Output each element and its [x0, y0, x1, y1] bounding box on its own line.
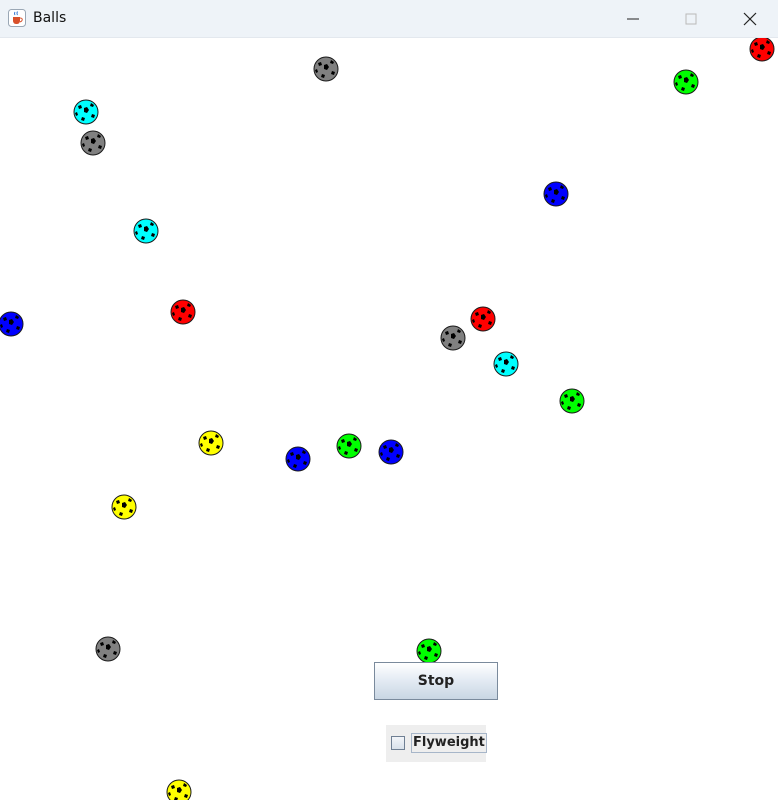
maximize-button[interactable] — [668, 0, 714, 37]
stop-button-label: Stop — [417, 673, 455, 689]
soccer-ball — [166, 779, 192, 800]
minimize-icon — [627, 18, 639, 19]
flyweight-toggle[interactable]: Flyweight — [386, 725, 487, 762]
close-button[interactable] — [727, 0, 773, 37]
soccer-ball — [336, 433, 362, 459]
soccer-ball — [470, 306, 496, 332]
soccer-ball — [80, 130, 106, 156]
soccer-ball — [95, 636, 121, 662]
soccer-ball — [378, 439, 404, 465]
soccer-ball — [133, 218, 159, 244]
flyweight-checkbox[interactable] — [391, 736, 405, 750]
soccer-ball — [111, 494, 137, 520]
soccer-ball — [170, 299, 196, 325]
minimize-button[interactable] — [610, 0, 656, 37]
balls-window: Balls Stop Flyweight — [0, 0, 778, 800]
maximize-icon — [685, 13, 697, 24]
stop-button[interactable]: Stop — [374, 662, 498, 700]
title-bar[interactable]: Balls — [0, 0, 778, 38]
soccer-ball — [313, 56, 339, 82]
soccer-ball — [198, 430, 224, 456]
soccer-ball — [416, 638, 442, 664]
close-icon — [743, 12, 757, 25]
soccer-ball — [493, 351, 519, 377]
soccer-ball — [440, 325, 466, 351]
soccer-ball — [73, 99, 99, 125]
flyweight-label: Flyweight — [411, 733, 487, 753]
soccer-ball — [285, 446, 311, 472]
java-coffee-cup-icon — [8, 9, 26, 27]
soccer-ball — [673, 69, 699, 95]
soccer-ball — [0, 311, 24, 337]
soccer-ball — [749, 38, 775, 62]
soccer-ball — [559, 388, 585, 414]
window-title: Balls — [33, 10, 67, 26]
soccer-ball — [543, 181, 569, 207]
